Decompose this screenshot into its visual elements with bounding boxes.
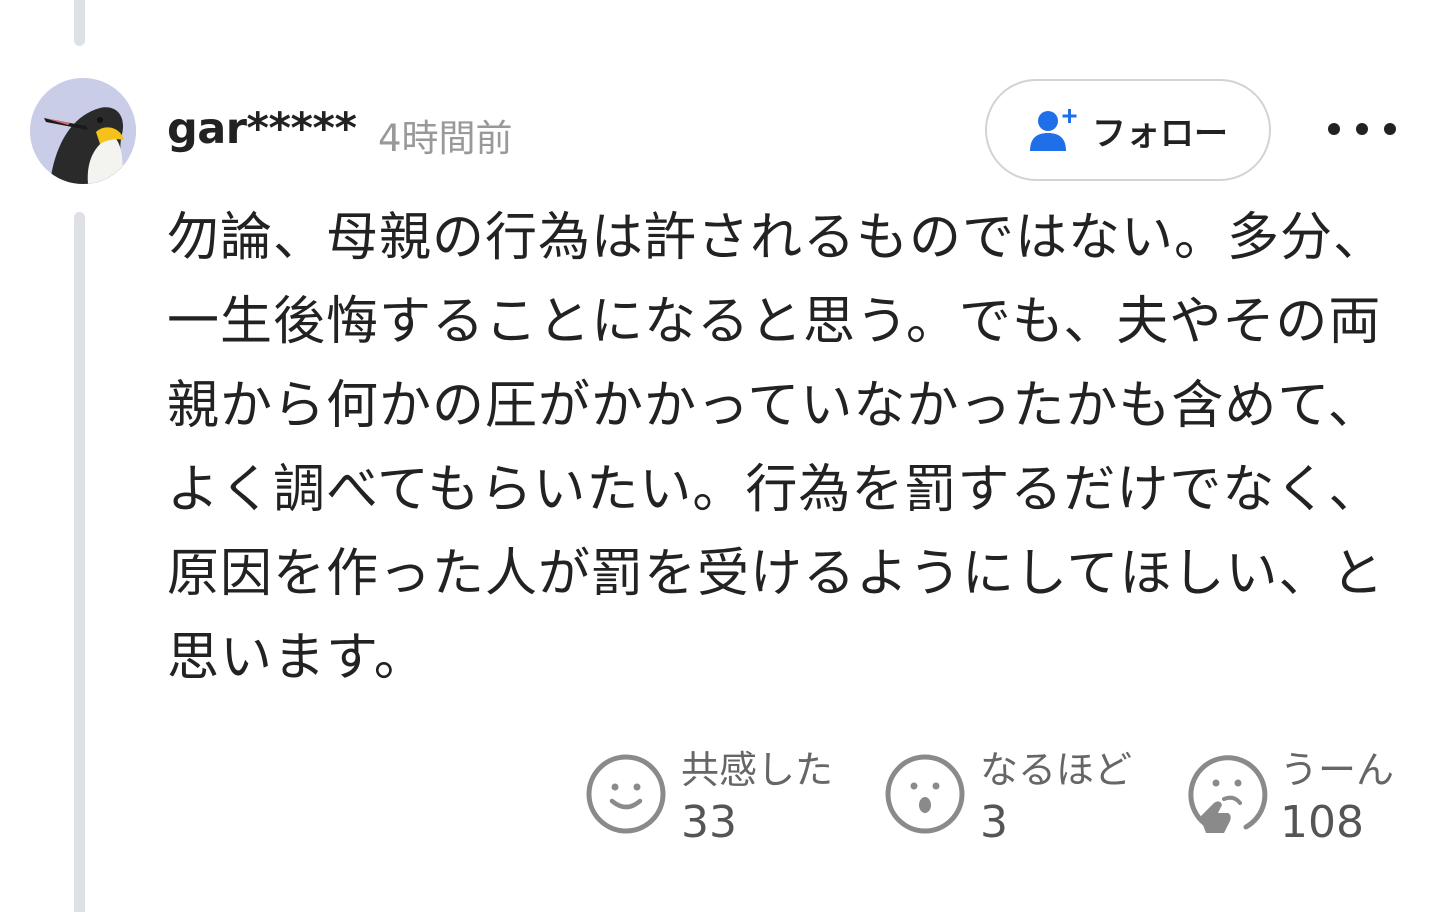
avatar[interactable] [30,78,136,184]
penguin-avatar-icon [30,78,136,184]
smile-icon [586,754,666,834]
comment-text: 勿論、母親の行為は許されるものではない。多分、一生後悔することになると思う。でも… [167,208,1387,688]
thread-line [74,212,85,912]
reaction-count: 3 [980,797,1008,848]
thread-line-top [74,0,85,46]
follow-button[interactable]: フォロー [985,79,1271,181]
add-user-icon [1030,109,1077,151]
thinking-face-icon [1188,755,1268,833]
reaction-count: 108 [1280,797,1364,848]
username[interactable]: gar***** [167,104,357,154]
more-dots-icon [1328,123,1396,135]
reaction-label: なるほど [980,748,1133,792]
more-options-button[interactable] [1322,104,1402,154]
surprised-face-icon [885,754,965,834]
reaction-label: 共感した [681,748,834,792]
reaction-label: うーん [1280,748,1395,792]
reaction-count: 33 [681,797,737,848]
follow-button-label: フォロー [1092,113,1228,154]
timestamp: 4時間前 [378,117,513,160]
